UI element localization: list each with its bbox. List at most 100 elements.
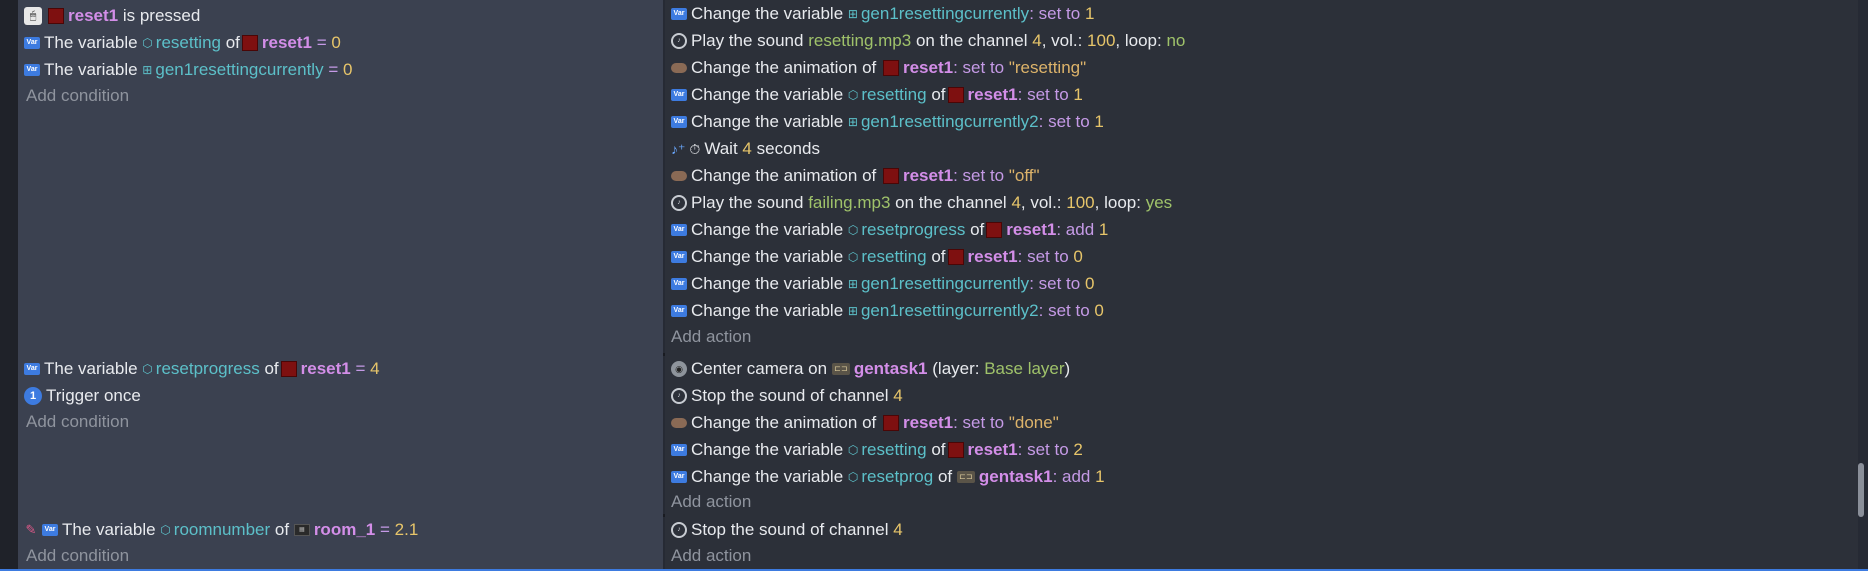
of-text: of [931,247,946,266]
event-1[interactable]: 🖱 reset1 is pressed Var The variable ⬡ r… [18,0,1858,356]
action-line[interactable]: ♪ Stop the sound of channel 4 [671,517,903,543]
sound-file: resetting.mp3 [808,31,912,50]
sound-icon: ♪ [671,388,687,404]
object-name: reset1 [1006,220,1057,239]
variable-icon: Var [24,37,40,49]
action-line[interactable]: Change the animation of reset1 : set to … [671,55,1086,81]
value: 0 [331,33,341,52]
action-line[interactable]: ♪⁺ ⏱ Wait 4 seconds [671,136,820,162]
actions-panel[interactable]: ♪ Stop the sound of channel 4 Add action [665,514,1858,571]
group-object-icon: ⊏⊐ [831,363,850,375]
condition-line[interactable]: Var The variable ⬡ resetprogress of rese… [24,356,380,382]
conditions-panel[interactable]: Var The variable ⬡ resetprogress of rese… [18,353,663,514]
condition-line[interactable]: Var The variable ⊞ gen1resettingcurrentl… [24,57,352,83]
variable-name: gen1resettingcurrently [860,4,1030,23]
object-variable-icon: ⬡ [142,36,153,50]
add-action-link[interactable]: Add action [671,324,751,350]
object-name: reset1 [902,58,954,77]
condition-line[interactable]: Var The variable ⬡ resetting of reset1 =… [24,30,341,56]
value: 0 [1073,247,1083,266]
vertical-scrollbar[interactable] [1858,463,1864,517]
action-line[interactable]: Var Change the variable ⊞ gen1resettingc… [671,271,1094,297]
object-variable-icon: ⬡ [142,362,153,376]
action-line[interactable]: ♪ Play the sound resetting.mp3 on the ch… [671,28,1185,54]
object-name: reset1 [967,440,1018,459]
object-thumbnail-icon [241,35,258,51]
operator: : set to [1017,247,1069,266]
object-thumbnail-icon [280,361,297,377]
action-text: , loop: [1115,31,1162,50]
value: 1 [1095,467,1105,486]
action-line[interactable]: Change the animation of reset1 : set to … [671,163,1040,189]
action-text: , vol.: [1020,193,1062,212]
value: 2.1 [394,520,419,539]
condition-line[interactable]: 1 Trigger once [24,383,141,409]
condition-line[interactable]: ✎ Var The variable ⬡ roomnumber of ▦ roo… [24,517,419,543]
value: 1 [1094,112,1104,131]
variable-icon: Var [671,471,687,483]
value: 0 [1084,274,1095,293]
actions-panel[interactable]: Var Change the variable ⊞ gen1resettingc… [665,0,1858,353]
action-line[interactable]: ♪ Stop the sound of channel 4 [671,383,903,409]
condition-text: The variable [62,520,156,539]
object-name: gentask1 [978,467,1053,486]
event-3[interactable]: ✎ Var The variable ⬡ roomnumber of ▦ roo… [18,514,1858,571]
variable-icon: Var [671,224,687,236]
action-text: Change the variable [691,467,844,486]
operator: : add [1052,467,1091,486]
object-thumbnail-icon [48,8,64,24]
object-name: reset1 [967,85,1018,104]
object-thumbnail-icon [986,222,1003,238]
volume: 100 [1066,193,1095,212]
object-thumbnail-icon [882,415,899,431]
action-line[interactable]: ♪ Play the sound failing.mp3 on the chan… [671,190,1172,216]
operator: = [379,520,390,539]
variable-name: resetprog [861,467,934,486]
add-action-link[interactable]: Add action [671,489,751,515]
action-line[interactable]: Change the animation of reset1 : set to … [671,410,1059,436]
variable-name: gen1resettingcurrently2 [860,112,1039,131]
add-condition-link[interactable]: Add condition [26,409,129,435]
action-line[interactable]: Var Change the variable ⬡ resetting of r… [671,437,1083,463]
action-line[interactable]: Var Change the variable ⊞ gen1resettingc… [671,109,1104,135]
variable-icon: Var [671,8,687,20]
action-line[interactable]: ◉ Center camera on ⊏⊐ gentask1 (layer: B… [671,356,1070,382]
add-condition-link[interactable]: Add condition [26,83,129,109]
action-text: Play the sound [691,31,804,50]
add-condition-link[interactable]: Add condition [26,543,129,569]
variable-name: gen1resettingcurrently [860,274,1030,293]
channel: 4 [893,520,903,539]
object-name: gentask1 [853,359,928,378]
action-line[interactable]: Var Change the variable ⊞ gen1resettingc… [671,1,1094,27]
actions-panel[interactable]: ◉ Center camera on ⊏⊐ gentask1 (layer: B… [665,353,1858,514]
of-text: of [970,220,985,239]
action-line[interactable]: Var Change the variable ⊞ gen1resettingc… [671,298,1104,324]
operator: = [328,60,339,79]
clock-icon: ⏱ [689,141,701,157]
value: 4 [370,359,380,378]
operator: : set to [1038,112,1090,131]
operator: : set to [1017,440,1069,459]
action-text: Play the sound [691,193,804,212]
object-variable-icon: ⬡ [847,223,859,237]
object-variable-icon: ⬡ [847,470,859,484]
operator: : add [1056,220,1095,239]
conditions-panel[interactable]: 🖱 reset1 is pressed Var The variable ⬡ r… [18,0,663,353]
action-text: , vol.: [1041,31,1083,50]
object-thumbnail-icon [882,168,899,184]
action-line[interactable]: Var Change the variable ⬡ resetting of r… [671,244,1083,270]
operator: : set to [1029,4,1081,23]
global-variable-icon: ⊞ [847,304,858,318]
variable-name: roomnumber [173,520,271,539]
sound-file: failing.mp3 [808,193,891,212]
action-text: Change the variable [691,274,844,293]
add-action-link[interactable]: Add action [671,543,751,569]
action-line[interactable]: Var Change the variable ⬡ resetprog of ⊏… [671,464,1105,490]
condition-line[interactable]: 🖱 reset1 is pressed [24,3,200,29]
event-2[interactable]: Var The variable ⬡ resetprogress of rese… [18,353,1858,517]
action-line[interactable]: Var Change the variable ⬡ resetprogress … [671,217,1108,243]
of-text: of [931,85,946,104]
action-line[interactable]: Var Change the variable ⬡ resetting of r… [671,82,1083,108]
conditions-panel[interactable]: ✎ Var The variable ⬡ roomnumber of ▦ roo… [18,514,663,571]
object-thumbnail-icon [947,442,964,458]
